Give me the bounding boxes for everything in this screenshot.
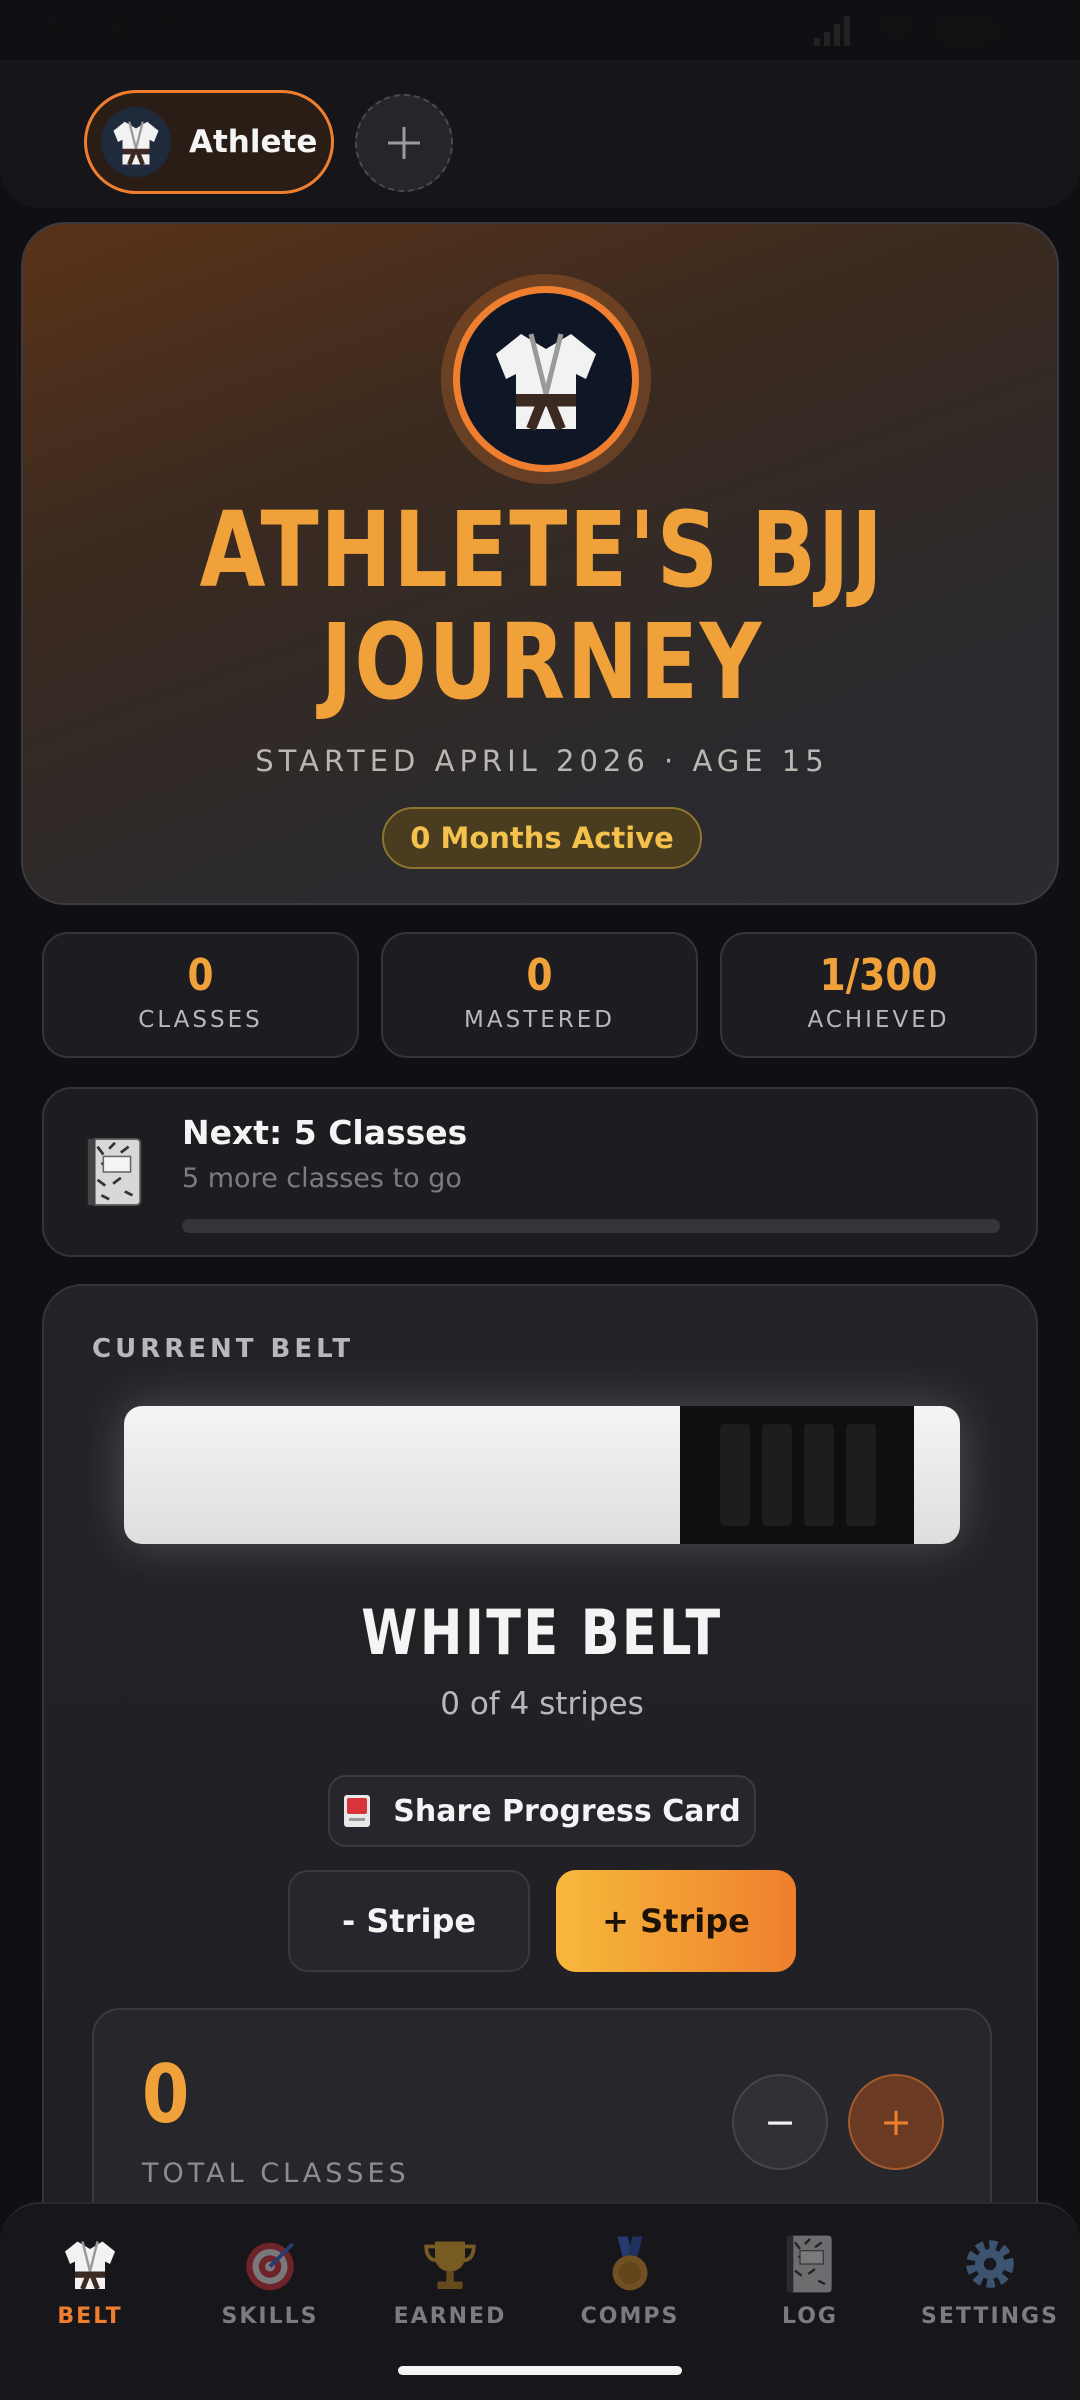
nav-label: SKILLS [221, 2304, 319, 2329]
current-belt-label: CURRENT BELT [92, 1334, 355, 1364]
settings-status-icon [102, 16, 130, 44]
nav-log[interactable]: LOG [720, 2234, 900, 2329]
journey-title: ATHLETE'S BJJ JOURNEY [116, 494, 967, 718]
nav-label: SETTINGS [921, 2304, 1059, 2329]
gi-icon [101, 107, 171, 177]
notebook-icon [87, 1137, 142, 1207]
nav-label: BELT [57, 2304, 123, 2329]
stripe-slot [804, 1424, 834, 1526]
stat-classes: 0 CLASSES [42, 932, 359, 1058]
notebook-icon [786, 2235, 832, 2293]
belt-visual [124, 1406, 960, 1544]
nav-label: EARNED [393, 2304, 507, 2329]
wifi-icon [876, 13, 918, 44]
stat-achieved: 1/300 ACHIEVED [720, 932, 1037, 1058]
stat-value: 0 [526, 950, 553, 1001]
next-goal-card: Next: 5 Classes 5 more classes to go [42, 1087, 1038, 1257]
stripe-slot [762, 1424, 792, 1526]
home-indicator[interactable] [398, 2366, 682, 2375]
gi-icon [65, 2241, 115, 2290]
stat-label: MASTERED [464, 1007, 615, 1033]
add-profile-button[interactable] [355, 94, 453, 192]
belt-rank-tab [680, 1406, 914, 1544]
belt-stripes-count: 0 of 4 stripes [440, 1686, 644, 1722]
medal-icon [612, 2236, 648, 2291]
target-icon [246, 2242, 294, 2291]
hero-avatar [441, 274, 651, 484]
nav-comps[interactable]: COMPS [540, 2234, 720, 2329]
trophy-icon [424, 2241, 476, 2289]
card-icon [344, 1795, 371, 1827]
nav-belt[interactable]: BELT [0, 2234, 180, 2329]
months-active-badge: 0 Months Active [382, 807, 702, 869]
belt-name: WHITE BELT [361, 1596, 723, 1669]
profile-chip-athlete[interactable]: Athlete [84, 90, 334, 194]
next-goal-subtitle: 5 more classes to go [182, 1163, 462, 1194]
gi-icon [496, 333, 596, 431]
decrement-classes-button[interactable]: − [732, 2074, 828, 2170]
stripe-slot [846, 1424, 876, 1526]
stat-label: CLASSES [138, 1007, 263, 1033]
stat-label: ACHIEVED [807, 1007, 950, 1033]
journey-title-line1: ATHLETE'S BJJ [199, 489, 885, 611]
total-classes-label: TOTAL CLASSES [142, 2158, 410, 2189]
increment-classes-button[interactable]: + [848, 2074, 944, 2170]
journey-subtitle: STARTED APRIL 2026 · AGE 15 [255, 744, 829, 778]
profile-name: Athlete [189, 124, 318, 160]
share-progress-card-button[interactable]: Share Progress Card [328, 1775, 756, 1847]
share-progress-label: Share Progress Card [393, 1793, 741, 1829]
journey-hero-card: ATHLETE'S BJJ JOURNEY STARTED APRIL 2026… [21, 222, 1059, 905]
stat-mastered: 0 MASTERED [381, 932, 698, 1058]
stat-value: 0 [187, 950, 214, 1001]
shield-status-icon [159, 13, 187, 47]
nav-label: COMPS [580, 2304, 680, 2329]
nav-settings[interactable]: SETTINGS [900, 2234, 1080, 2329]
stat-value: 1/300 [819, 950, 938, 1001]
gear-icon [966, 2240, 1014, 2288]
nav-earned[interactable]: EARNED [360, 2234, 540, 2329]
stripe-slot [720, 1424, 750, 1526]
total-classes-value: 0 [142, 2048, 190, 2141]
next-goal-title: Next: 5 Classes [182, 1113, 468, 1152]
status-bar: 3:40 [0, 0, 1080, 62]
next-goal-progress-bar [182, 1219, 1000, 1233]
journey-title-line2: JOURNEY [320, 601, 764, 723]
nav-skills[interactable]: SKILLS [180, 2234, 360, 2329]
signal-icon [814, 16, 850, 46]
add-stripe-button[interactable]: + Stripe [556, 1870, 796, 1972]
nav-label: LOG [782, 2304, 838, 2329]
battery-icon [936, 16, 1003, 44]
status-time: 3:40 [10, 6, 81, 47]
remove-stripe-button[interactable]: - Stripe [288, 1870, 530, 1972]
plus-icon [388, 127, 420, 159]
